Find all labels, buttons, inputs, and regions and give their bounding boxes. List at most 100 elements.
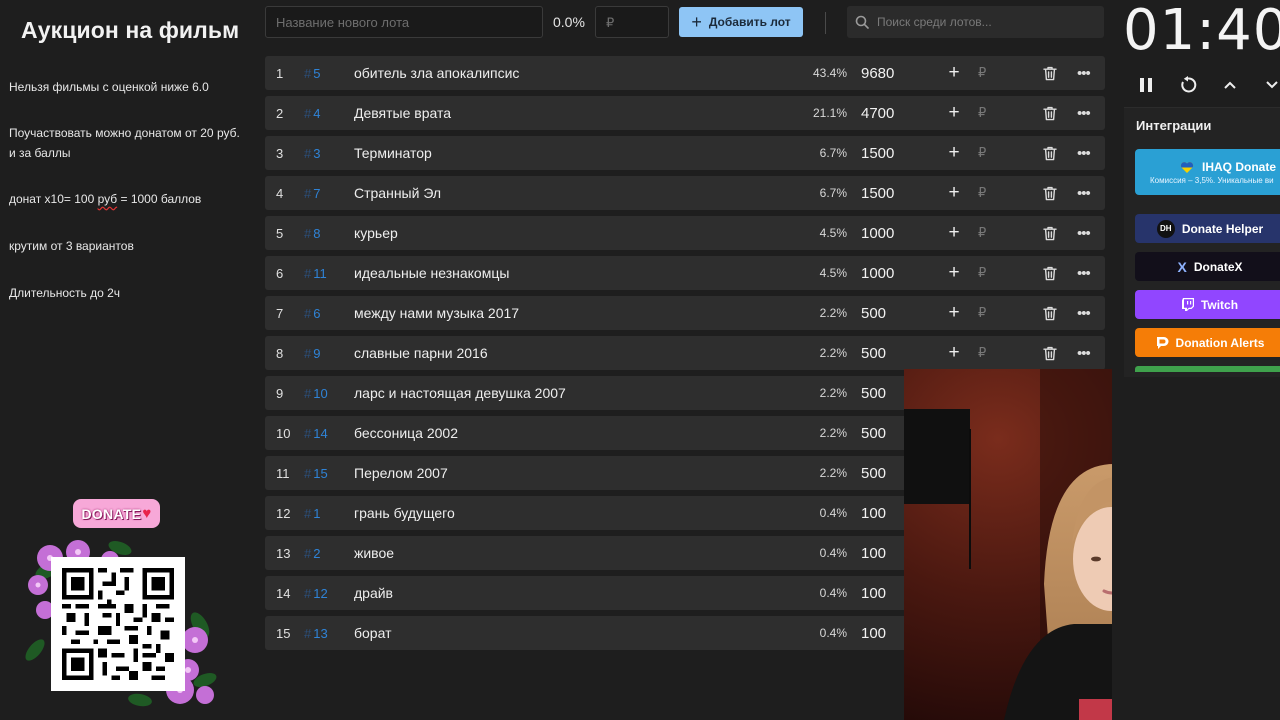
lot-name[interactable]: ларс и настоящая девушка 2007 [354,376,566,410]
add-amount-button[interactable]: + [946,296,962,330]
reset-timer-button[interactable] [1176,74,1200,96]
ruble-icon[interactable]: ₽ [978,296,986,330]
delete-lot-button[interactable] [1043,136,1057,170]
hash-icon: # [304,185,312,201]
integration-name: DonateX [1193,259,1243,274]
more-menu-button[interactable]: ••• [1077,56,1091,90]
lot-number: #1 [304,496,320,530]
lot-name[interactable]: идеальные незнакомцы [354,256,509,290]
delete-lot-button[interactable] [1043,256,1057,290]
hash-icon: # [304,65,312,81]
add-amount-button[interactable]: + [946,336,962,370]
rule-text: Поучаствовать можно донатом от 20 руб. и… [9,126,240,160]
lot-number-value: 12 [313,585,328,601]
donation-alerts-icon [1156,336,1169,349]
hash-icon: # [304,505,312,521]
lot-name[interactable]: драйв [354,576,393,610]
donate-helper-integration[interactable]: DH Donate Helper [1135,214,1280,243]
lot-name[interactable]: Странный Эл [354,176,441,210]
new-lot-name-input[interactable] [265,6,543,38]
delete-lot-button[interactable] [1043,296,1057,330]
more-menu-button[interactable]: ••• [1077,136,1091,170]
twitch-integration[interactable]: Twitch [1135,290,1280,319]
lot-name[interactable]: борат [354,616,391,650]
add-lot-button[interactable]: + Добавить лот [679,7,803,37]
delete-lot-button[interactable] [1043,176,1057,210]
more-menu-button[interactable]: ••• [1077,256,1091,290]
lot-number: #8 [304,216,320,250]
lot-row: 2 #4 Девятые врата 21.1% 4700 + ₽ ••• [265,96,1105,130]
pause-button[interactable] [1134,74,1158,96]
add-amount-button[interactable]: + [946,96,962,130]
lot-number: #7 [304,176,320,210]
auction-app: Аукцион на фильм Нельзя фильмы с оценкой… [0,0,1280,720]
hash-icon: # [304,305,312,321]
ruble-icon[interactable]: ₽ [978,96,986,130]
donation-alerts-integration[interactable]: Donation Alerts [1135,328,1280,357]
lot-percent: 2.2% [819,426,847,440]
ruble-icon[interactable]: ₽ [978,136,986,170]
search-box[interactable] [847,6,1104,38]
ruble-icon[interactable]: ₽ [978,336,986,370]
delete-lot-button[interactable] [1043,56,1057,90]
new-lot-amount-input[interactable] [595,6,669,38]
lot-name[interactable]: грань будущего [354,496,455,530]
ihaq-donate-integration[interactable]: IHAQ Donate Комиссия – 3,5%. Уникальные … [1135,149,1280,195]
lot-name[interactable]: Девятые врата [354,96,451,130]
lot-name[interactable]: живое [354,536,394,570]
lot-name[interactable]: славные парни 2016 [354,336,488,370]
lot-name[interactable]: курьер [354,216,398,250]
trash-icon [1043,146,1057,160]
search-input[interactable] [877,15,1097,29]
donatex-integration[interactable]: X DonateX [1135,252,1280,281]
add-amount-button[interactable]: + [946,136,962,170]
more-menu-button[interactable]: ••• [1077,296,1091,330]
x-logo-icon: X [1177,258,1187,275]
ruble-icon[interactable]: ₽ [978,216,986,250]
integration-name: Donation Alerts [1175,335,1265,350]
dh-logo-icon: DH [1156,219,1175,238]
lot-percent: 21.1% [812,106,847,120]
more-menu-button[interactable]: ••• [1077,176,1091,210]
donate-qr-code [51,557,185,691]
lot-amount: 100 [861,544,887,562]
more-menu-button[interactable]: ••• [1077,96,1091,130]
add-amount-button[interactable]: + [946,256,962,290]
lot-name[interactable]: между нами музыка 2017 [354,296,519,330]
lot-name[interactable]: обитель зла апокалипсис [354,56,519,90]
hash-icon: # [304,425,312,441]
lot-name[interactable]: Перелом 2007 [354,456,448,490]
delete-lot-button[interactable] [1043,216,1057,250]
add-amount-button[interactable]: + [946,56,962,90]
lot-amount: 500 [861,304,887,322]
lot-name[interactable]: бессоница 2002 [354,416,458,450]
hash-icon: # [304,225,312,241]
delete-lot-button[interactable] [1043,96,1057,130]
hash-icon: # [304,105,312,121]
lot-name[interactable]: Терминатор [354,136,432,170]
delete-lot-button[interactable] [1043,336,1057,370]
lot-percent: 2.2% [819,466,847,480]
timer-up-button[interactable] [1218,74,1242,96]
more-menu-button[interactable]: ••• [1077,216,1091,250]
lot-number-value: 5 [313,65,321,81]
lot-amount: 1000 [861,264,895,282]
chevron-up-icon [1224,81,1236,89]
next-integration-edge [1135,366,1280,372]
donate-badge: DONATE ♥ [73,499,160,528]
chevron-down-icon [1266,81,1278,89]
ruble-icon[interactable]: ₽ [978,256,986,290]
timer-down-button[interactable] [1260,74,1280,96]
add-amount-button[interactable]: + [946,176,962,210]
ruble-icon[interactable]: ₽ [978,176,986,210]
lot-row: 4 #7 Странный Эл 6.7% 1500 + ₽ ••• [265,176,1105,210]
lot-amount: 500 [861,344,887,362]
hash-icon: # [304,545,312,561]
lot-position: 14 [276,585,291,601]
lot-number-value: 4 [313,105,321,121]
rule-text: донат х10= 100 руб = 1000 баллов [9,189,249,209]
lot-percent: 0.4% [819,626,847,640]
add-amount-button[interactable]: + [946,216,962,250]
more-menu-button[interactable]: ••• [1077,336,1091,370]
ruble-icon[interactable]: ₽ [978,56,986,90]
